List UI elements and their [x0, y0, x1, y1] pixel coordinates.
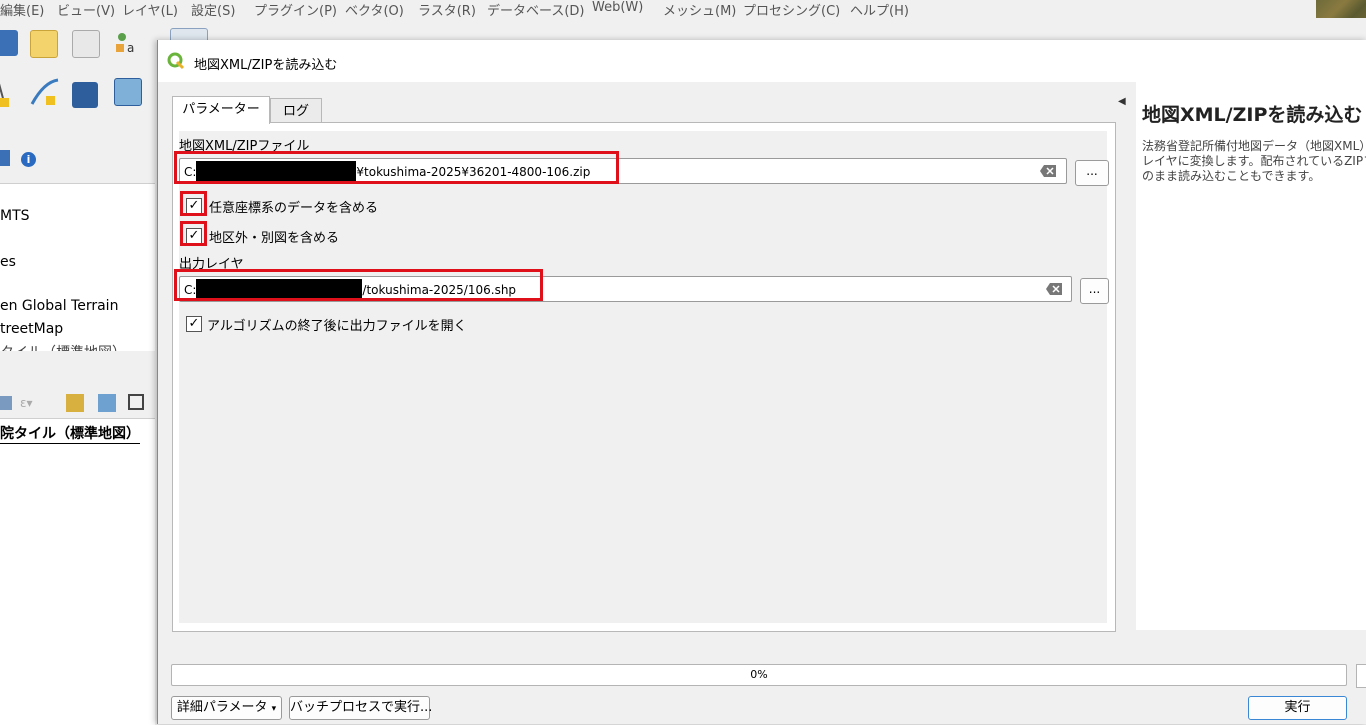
layer-up-icon[interactable] [0, 150, 10, 166]
parameters-area: 地図XML/ZIPファイル C: ¥tokushima-2025¥36201-48… [174, 131, 1109, 623]
menu-web[interactable]: Web(W) [592, 0, 643, 15]
new-print-layout-icon[interactable] [30, 30, 58, 58]
remove-layer-icon[interactable] [128, 394, 144, 410]
dialog-title: 地図XML/ZIPを読み込む [194, 58, 338, 73]
menu-bar: 編集(E) ビュー(V) レイヤ(L) 設定(S) プラグイン(P) ベクタ(O… [0, 0, 1316, 19]
browser-toolbar: ε▾ [0, 392, 150, 420]
text-annotation-icon[interactable]: a [114, 30, 140, 56]
menu-database[interactable]: データベース(D) [487, 0, 585, 19]
info-icon[interactable]: i [21, 152, 36, 167]
browse-input-button[interactable]: ... [1075, 160, 1109, 186]
advanced-params-button[interactable]: 詳細パラメータ ▾ [171, 696, 282, 720]
parameters-panel: 地図XML/ZIPファイル C: ¥tokushima-2025¥36201-48… [172, 122, 1116, 632]
add-line-icon[interactable] [30, 78, 59, 105]
style-manager-icon[interactable] [72, 30, 100, 58]
menu-edit[interactable]: 編集(E) [0, 0, 44, 19]
menu-layer[interactable]: レイヤ(L) [122, 0, 178, 19]
edit-vertex-icon[interactable] [0, 78, 20, 107]
browser-panel: 院タイル（標準地図） [0, 418, 155, 725]
menu-help[interactable]: ヘルプ(H) [850, 0, 909, 19]
tab-log[interactable]: ログ [270, 98, 322, 123]
menu-view[interactable]: ビュー(V) [57, 0, 115, 19]
collapse-help-icon[interactable]: ◀ [1118, 96, 1126, 107]
highlight-box [180, 191, 207, 216]
help-line: のまま読み込むこともできます。 [1142, 169, 1321, 183]
clear-input-icon[interactable] [1040, 165, 1056, 177]
run-button[interactable]: 実行 [1248, 696, 1347, 720]
menu-processing[interactable]: プロセシング(C) [743, 0, 840, 19]
outside-area-label: 地区外・別図を含める [209, 231, 340, 246]
expression-icon[interactable]: ε▾ [20, 396, 44, 410]
cancel-area [1356, 664, 1366, 688]
svg-text:a: a [127, 41, 134, 55]
help-panel: 地図XML/ZIPを読み込む 法務省登記所備付地図データ（地図XML）を レイヤ… [1136, 82, 1366, 630]
collapse-all-icon[interactable] [98, 394, 116, 412]
layers-panel: MTS es en Global Terrain treetMap タイル（標準… [0, 183, 155, 351]
layer-item[interactable]: treetMap [0, 321, 63, 337]
layer-item[interactable]: タイル（標準地図） [0, 342, 126, 351]
clear-output-icon[interactable] [1046, 283, 1062, 295]
load-xml-dialog: 地図XML/ZIPを読み込む パラメーター ログ 地図XML/ZIPファイル C… [157, 40, 1366, 724]
layer-item[interactable]: MTS [0, 208, 30, 224]
menu-settings[interactable]: 設定(S) [191, 0, 235, 19]
help-line: 法務省登記所備付地図データ（地図XML）を [1142, 139, 1366, 153]
grid-layer-icon[interactable] [114, 78, 142, 106]
browser-item[interactable]: 院タイル（標準地図） [0, 423, 140, 444]
open-output-checkbox[interactable]: ✓ [186, 316, 202, 332]
help-line: レイヤに変換します。配布されているZIPファイル [1142, 154, 1366, 168]
tab-parameters[interactable]: パラメーター [172, 96, 270, 124]
digitizing-toolbar [0, 70, 160, 120]
menu-vector[interactable]: ベクタ(O) [345, 0, 404, 19]
menu-mesh[interactable]: メッシュ(M) [663, 0, 736, 19]
qgis-logo-icon [167, 52, 185, 70]
dialog-titlebar: 地図XML/ZIPを読み込む [158, 40, 1366, 82]
expand-all-icon[interactable] [66, 394, 84, 412]
add-polygon-icon[interactable] [72, 82, 98, 108]
layer-item[interactable]: en Global Terrain [0, 298, 118, 314]
highlight-box [174, 151, 619, 184]
highlight-box [180, 221, 207, 246]
help-title: 地図XML/ZIPを読み込む [1142, 104, 1363, 126]
advanced-params-label: 詳細パラメータ [176, 700, 268, 715]
dropdown-arrow-icon: ▾ [271, 704, 277, 714]
layer-item[interactable]: es [0, 254, 16, 270]
save-project-icon[interactable] [0, 30, 18, 56]
open-output-label: アルゴリズムの終了後に出力ファイルを開く [207, 319, 467, 334]
progress-bar: 0% [171, 664, 1347, 686]
browse-output-button[interactable]: ... [1080, 278, 1109, 304]
help-text: 法務省登記所備付地図データ（地図XML）を レイヤに変換します。配布されているZ… [1142, 139, 1366, 184]
menu-plugins[interactable]: プラグイン(P) [254, 0, 337, 19]
batch-process-button[interactable]: バッチプロセスで実行... [289, 696, 432, 720]
menu-raster[interactable]: ラスタ(R) [418, 0, 476, 19]
highlight-box [174, 269, 543, 301]
filter-icon[interactable] [0, 396, 12, 410]
any-crs-label: 任意座標系のデータを含める [209, 201, 379, 216]
